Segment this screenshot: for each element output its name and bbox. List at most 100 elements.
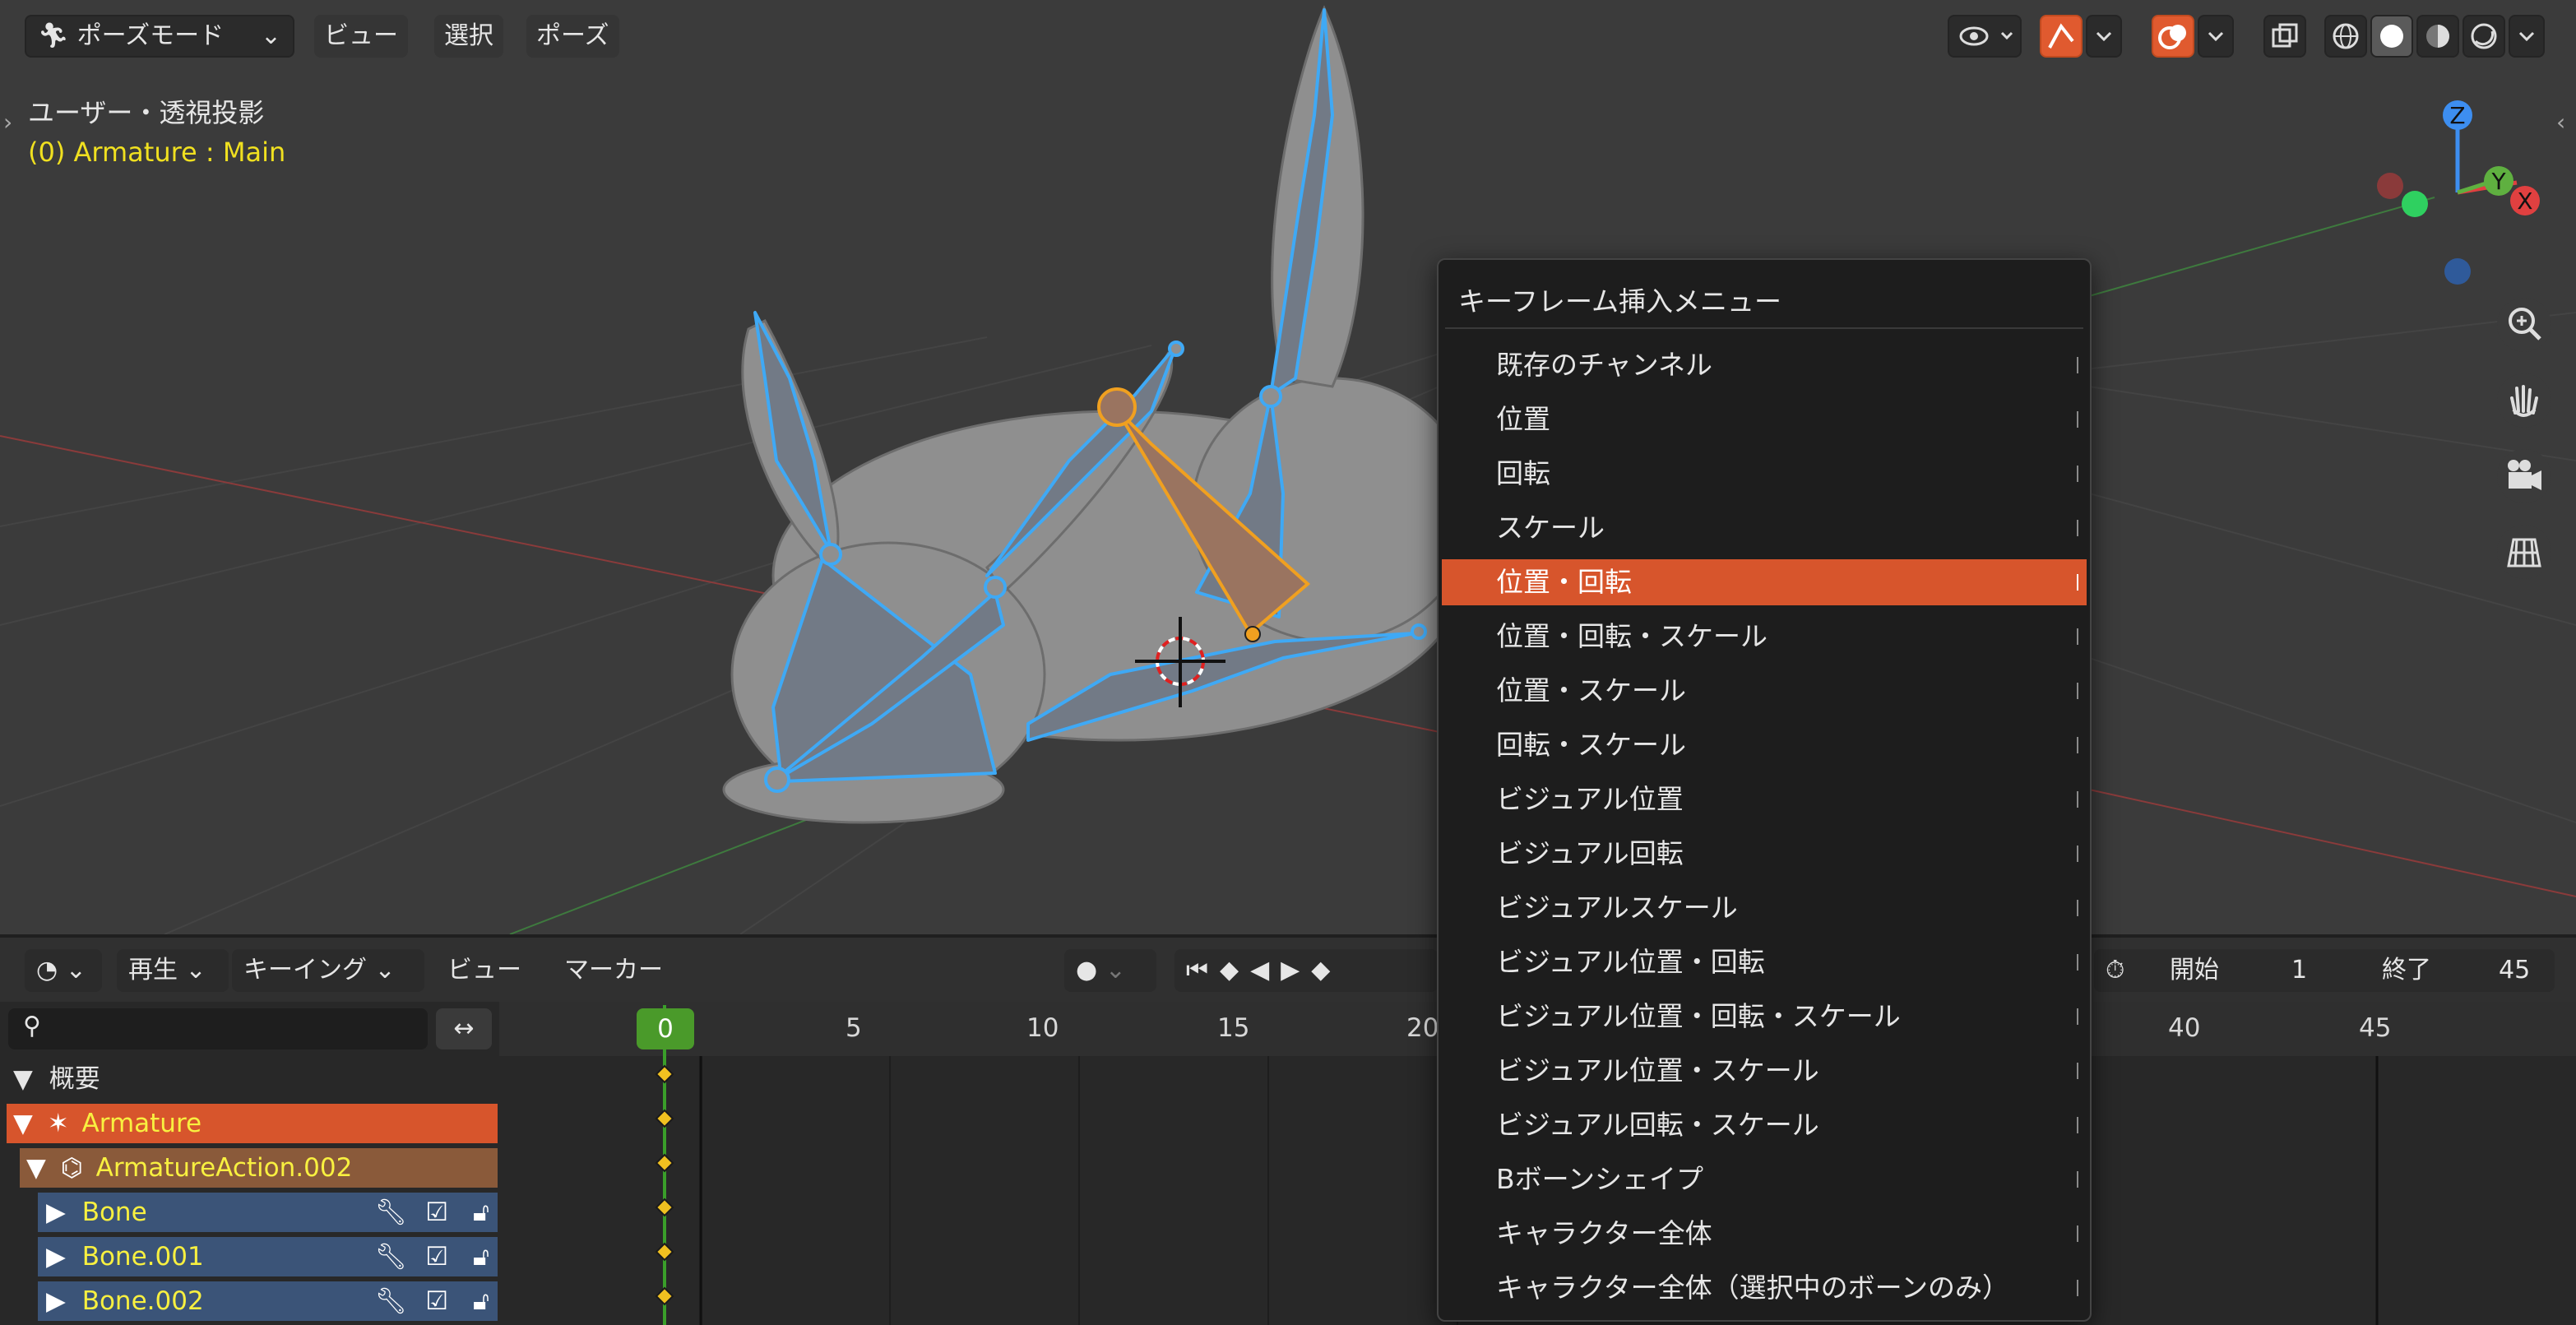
shading-solid[interactable]	[2370, 15, 2413, 58]
toolbar-expand-icon[interactable]: ›	[3, 109, 12, 136]
scene-canvas[interactable]	[0, 0, 2576, 934]
menu-item-rot-scale[interactable]: 回転・スケール	[1442, 722, 2087, 768]
channel-bone[interactable]: ▶ Bone.001 🔧︎ ☑ 🔓︎	[38, 1237, 498, 1276]
triangle-down-icon[interactable]: ▼	[13, 1109, 33, 1138]
checkbox-checked-icon[interactable]: ☑	[425, 1237, 448, 1276]
triangle-right-icon[interactable]: ▶	[46, 1198, 66, 1227]
timeline-view-menu[interactable]: ビュー	[447, 949, 521, 992]
unlock-icon[interactable]: 🔓︎	[473, 1281, 489, 1321]
menu-select[interactable]: 選択	[434, 15, 503, 58]
current-frame-indicator[interactable]: 0	[637, 1008, 694, 1049]
action-label: ArmatureAction.002	[95, 1153, 353, 1183]
pan-button[interactable]	[2497, 373, 2551, 428]
auto-keying-toggle[interactable]: ● ⌄	[1064, 949, 1156, 992]
menu-divider	[1445, 327, 2083, 329]
navigation-gizmo[interactable]: Z Y X	[2361, 90, 2558, 296]
keyframe-diamond[interactable]	[655, 1153, 674, 1173]
unlock-icon[interactable]: 🔓︎	[473, 1193, 489, 1232]
shading-dropdown[interactable]	[2509, 15, 2545, 58]
triangle-down-icon[interactable]: ▼	[26, 1153, 46, 1183]
keyframe-diamond[interactable]	[655, 1064, 674, 1084]
menu-pose[interactable]: ポーズ	[526, 15, 619, 58]
jump-start-icon[interactable]: ⏮	[1186, 956, 1220, 984]
menu-item-location[interactable]: 位置	[1442, 396, 2087, 442]
unlock-icon[interactable]: 🔓︎	[473, 1237, 489, 1276]
wrench-icon[interactable]: 🔧︎	[375, 1281, 407, 1321]
menu-item-visual-location[interactable]: ビジュアル位置	[1442, 776, 2087, 822]
keyframe-diamond[interactable]	[655, 1109, 674, 1128]
playback-menu[interactable]: 再生 ⌄	[117, 949, 229, 992]
keying-label: キーイング	[243, 956, 367, 984]
3d-viewport[interactable]: 🏃︎ ポーズモード ⌄ ビュー 選択 ポーズ ユーザー・透視投影 (0) Arm…	[0, 0, 2576, 934]
chevron-down-icon: ⌄	[260, 21, 281, 50]
chevron-down-icon	[2518, 31, 2535, 42]
overlay-dropdown[interactable]	[2198, 15, 2234, 58]
checkbox-checked-icon[interactable]: ☑	[425, 1193, 448, 1232]
mode-dropdown[interactable]: 🏃︎ ポーズモード ⌄	[25, 15, 294, 58]
ortho-toggle-button[interactable]	[2497, 525, 2551, 579]
wrench-icon[interactable]: 🔧︎	[375, 1237, 407, 1276]
shading-wireframe[interactable]	[2324, 15, 2367, 58]
shading-material[interactable]	[2416, 15, 2459, 58]
menu-item-scale[interactable]: スケール	[1442, 505, 2087, 551]
menu-item-loc-rot-scale[interactable]: 位置・回転・スケール	[1442, 614, 2087, 660]
triangle-down-icon[interactable]: ▼	[13, 1064, 33, 1094]
armature-icon: ✶	[47, 1109, 69, 1138]
keyframe-diamond[interactable]	[655, 1242, 674, 1262]
marker-menu[interactable]: マーカー	[564, 949, 663, 992]
chevron-down-icon: ⌄	[65, 956, 86, 984]
insert-keyframe-menu: キーフレーム挿入メニュー 既存のチャンネル 位置 回転 スケール 位置・回転 位…	[1437, 258, 2092, 1322]
channel-bone[interactable]: ▶ Bone.002 🔧︎ ☑ 🔓︎	[38, 1281, 498, 1321]
channel-armature[interactable]: ▼ ✶ Armature	[7, 1104, 498, 1143]
menu-view[interactable]: ビュー	[314, 15, 408, 58]
triangle-right-icon[interactable]: ▶	[46, 1242, 66, 1272]
ruler-label: 20	[1406, 1013, 1439, 1043]
play-icon[interactable]: ▶	[1281, 956, 1311, 984]
xray-toggle[interactable]	[2263, 15, 2306, 58]
menu-item-whole-character[interactable]: キャラクター全体	[1442, 1211, 2087, 1257]
bone-label: Bone	[81, 1198, 147, 1227]
camera-view-button[interactable]	[2497, 449, 2551, 503]
channel-summary[interactable]: ▼ 概要	[0, 1059, 499, 1099]
next-keyframe-icon[interactable]: ◆	[1311, 956, 1341, 984]
playback-controls[interactable]: ⏮◆◀▶◆	[1174, 949, 1438, 992]
channel-bone[interactable]: ▶ Bone 🔧︎ ☑ 🔓︎	[38, 1193, 498, 1232]
prev-keyframe-icon[interactable]: ◆	[1220, 956, 1250, 984]
shading-rendered[interactable]	[2462, 15, 2505, 58]
editor-type-dropdown[interactable]: ◔ ⌄	[25, 949, 102, 992]
channel-search-input[interactable]: ⚲	[8, 1008, 428, 1049]
keying-menu[interactable]: キーイング ⌄	[232, 949, 424, 992]
menu-item-whole-character-selected[interactable]: キャラクター全体（選択中のボーンのみ）	[1442, 1265, 2087, 1311]
overlay-toggle[interactable]	[2152, 15, 2194, 58]
eye-icon	[1959, 26, 2013, 46]
menu-item-visual-loc-scale[interactable]: ビジュアル位置・スケール	[1442, 1048, 2087, 1094]
visibility-dropdown[interactable]	[1948, 15, 2022, 58]
menu-item-available[interactable]: 既存のチャンネル	[1442, 342, 2087, 388]
menu-item-visual-rot-scale[interactable]: ビジュアル回転・スケール	[1442, 1102, 2087, 1148]
keyframe-diamond[interactable]	[655, 1286, 674, 1306]
gizmo-toggle[interactable]	[2040, 15, 2083, 58]
menu-item-loc-rot[interactable]: 位置・回転	[1442, 559, 2087, 605]
xray-icon	[2272, 23, 2298, 48]
play-reverse-icon[interactable]: ◀	[1250, 956, 1281, 984]
wrench-icon[interactable]: 🔧︎	[375, 1193, 407, 1232]
stopwatch-icon[interactable]: ⏱	[2106, 956, 2124, 984]
keyframe-diamond[interactable]	[655, 1198, 674, 1217]
menu-item-visual-scale[interactable]: ビジュアルスケール	[1442, 885, 2087, 931]
end-value[interactable]: 45	[2499, 949, 2530, 992]
triangle-right-icon[interactable]: ▶	[46, 1286, 66, 1316]
menu-item-visual-rotation[interactable]: ビジュアル回転	[1442, 831, 2087, 877]
menu-item-bbone-shape[interactable]: Bボーンシェイプ	[1442, 1156, 2087, 1202]
gizmo-dropdown[interactable]	[2086, 15, 2122, 58]
checkbox-checked-icon[interactable]: ☑	[425, 1281, 448, 1321]
z-axis-label: Z	[2449, 102, 2465, 129]
zoom-button[interactable]	[2497, 298, 2551, 352]
start-value[interactable]: 1	[2291, 949, 2307, 992]
channel-action[interactable]: ▼ ⌬ ArmatureAction.002	[20, 1148, 498, 1188]
menu-item-rotation[interactable]: 回転	[1442, 451, 2087, 497]
menu-item-loc-scale[interactable]: 位置・スケール	[1442, 668, 2087, 714]
menu-item-visual-loc-rot-scale[interactable]: ビジュアル位置・回転・スケール	[1442, 994, 2087, 1040]
channel-list: ⚲ ↔ ▼ 概要 ▼ ✶ Armature ▼ ⌬ ArmatureAction…	[0, 1002, 499, 1325]
only-selected-toggle[interactable]: ↔	[436, 1008, 492, 1049]
menu-item-visual-loc-rot[interactable]: ビジュアル位置・回転	[1442, 939, 2087, 985]
